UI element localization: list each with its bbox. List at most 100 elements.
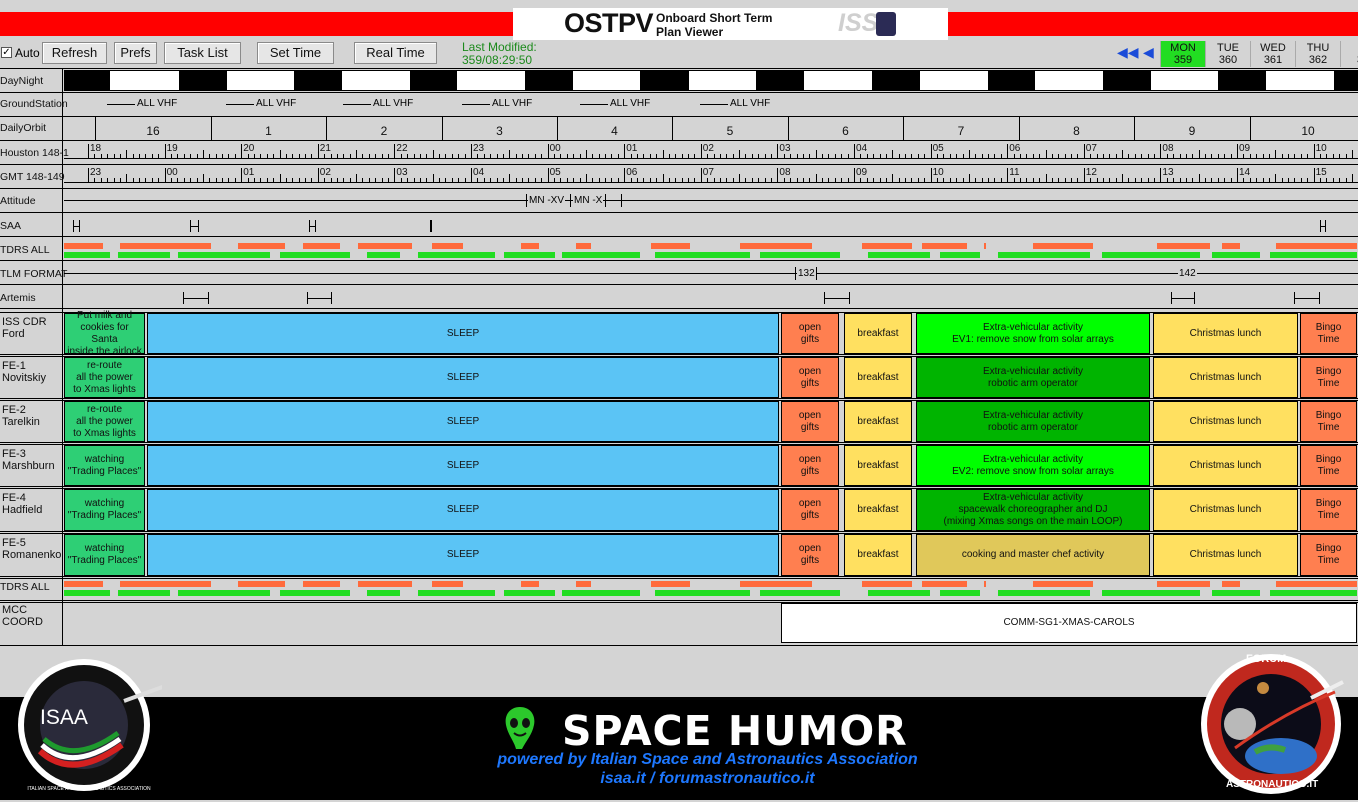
task-list-button[interactable]: Task List: [164, 42, 241, 64]
bingo-block[interactable]: Bingo Time: [1300, 534, 1357, 576]
open-gifts-block[interactable]: open gifts: [781, 489, 839, 531]
gmt-hour-tick: [471, 168, 472, 183]
row-separator: [0, 164, 1358, 165]
tdrs2-orange-segment: [64, 581, 103, 587]
tdrs-orange-segment: [862, 243, 912, 249]
breakfast-block[interactable]: breakfast: [844, 489, 912, 531]
day-tab-4[interactable]: F36: [1340, 41, 1358, 67]
sleep-block[interactable]: SLEEP: [147, 401, 779, 442]
breakfast-block[interactable]: breakfast: [844, 313, 912, 354]
houston-minor-tick: [1115, 154, 1117, 158]
eva-block[interactable]: cooking and master chef activity: [916, 534, 1150, 576]
gmt-minor-tick: [170, 178, 172, 182]
houston-minor-tick: [183, 154, 185, 158]
rewind-icon[interactable]: ◀◀: [1117, 44, 1139, 61]
christmas-lunch-block[interactable]: Christmas lunch: [1153, 313, 1298, 354]
open-gifts-block[interactable]: open gifts: [781, 357, 839, 398]
gmt-minor-tick: [905, 178, 907, 182]
open-gifts-block[interactable]: open gifts: [781, 445, 839, 486]
open-gifts-block[interactable]: open gifts: [781, 401, 839, 442]
houston-hour-tick: [1160, 144, 1162, 159]
bingo-block[interactable]: Bingo Time: [1300, 445, 1357, 486]
day-tab-2[interactable]: WED 361: [1250, 41, 1295, 67]
gmt-minor-tick: [981, 178, 983, 182]
open-gifts-block[interactable]: open gifts: [781, 313, 839, 354]
bingo-block[interactable]: Bingo Time: [1300, 313, 1357, 354]
tdrs-orange-segment: [576, 243, 591, 249]
gmt-minor-tick: [1198, 174, 1200, 182]
first-task[interactable]: watching "Trading Places": [64, 445, 145, 486]
isaa-ring-text: ITALIAN SPACE AND ASTRONAUTICS ASSOCIATI…: [27, 786, 151, 792]
orbit-label: 6: [842, 124, 849, 138]
houston-minor-tick: [1332, 154, 1334, 158]
day-tab-1[interactable]: TUE 360: [1205, 41, 1250, 67]
christmas-lunch-block[interactable]: Christmas lunch: [1153, 357, 1298, 398]
first-task[interactable]: Put milk and cookies for Santa inside the …: [64, 310, 145, 357]
sleep-block[interactable]: SLEEP: [147, 445, 779, 486]
attitude-marker: [570, 194, 571, 207]
bingo-block[interactable]: Bingo Time: [1300, 489, 1357, 531]
christmas-lunch-block[interactable]: Christmas lunch: [1153, 445, 1298, 486]
eva-block[interactable]: Extra-vehicular activity robotic arm oper…: [916, 357, 1150, 398]
sleep-block[interactable]: SLEEP: [147, 534, 779, 576]
gmt-minor-tick: [1307, 178, 1309, 182]
gmt-minor-tick: [1345, 178, 1347, 182]
breakfast-block[interactable]: breakfast: [844, 401, 912, 442]
gmt-minor-tick: [553, 178, 555, 182]
eva-block[interactable]: Extra-vehicular activity spacewalk choreo…: [916, 489, 1150, 531]
crew-role: FE-1: [2, 360, 26, 372]
gmt-hour-tick: [1083, 168, 1085, 183]
bingo-block[interactable]: Bingo Time: [1300, 357, 1357, 398]
first-task-text: re-route: [86, 403, 122, 415]
christmas-lunch-block[interactable]: Christmas lunch: [1153, 534, 1298, 576]
eva-block[interactable]: Extra-vehicular activity EV1: remove snow…: [916, 313, 1150, 354]
houston-hour-tick: [547, 144, 549, 159]
sleep-block[interactable]: SLEEP: [147, 313, 779, 354]
sleep-block[interactable]: SLEEP: [147, 489, 779, 531]
bingo-block-text: Time: [1317, 465, 1340, 477]
breakfast-block[interactable]: breakfast: [844, 534, 912, 576]
eva-block[interactable]: Extra-vehicular activity robotic arm oper…: [916, 401, 1150, 442]
first-task[interactable]: watching "Trading Places": [64, 489, 145, 531]
prefs-button[interactable]: Prefs: [114, 42, 157, 64]
daylight-segment: [457, 71, 525, 90]
eva-block-text: (mixing Xmas songs on the main LOOP): [943, 516, 1123, 527]
day-tab-3[interactable]: THU 362: [1295, 41, 1340, 67]
houston-minor-tick: [170, 154, 172, 158]
bingo-block[interactable]: Bingo Time: [1300, 401, 1357, 442]
gmt-minor-tick: [253, 178, 255, 182]
mcc-coord-block[interactable]: COMM-SG1-XMAS-CAROLS: [781, 603, 1357, 643]
gmt-minor-tick: [1326, 178, 1328, 182]
eva-block[interactable]: Extra-vehicular activity EV2: remove snow…: [916, 445, 1150, 486]
day-tab-number: 36: [1341, 54, 1358, 66]
first-task-text: "Trading Places": [67, 510, 142, 521]
refresh-button[interactable]: Refresh: [42, 42, 107, 64]
christmas-lunch-block[interactable]: Christmas lunch: [1153, 489, 1298, 531]
gmt-minor-tick: [1288, 178, 1290, 182]
breakfast-block[interactable]: breakfast: [844, 357, 912, 398]
houston-minor-tick: [1211, 154, 1213, 158]
breakfast-block[interactable]: breakfast: [844, 445, 912, 486]
auto-checkbox[interactable]: ✓: [1, 47, 12, 58]
gmt-minor-tick: [694, 178, 696, 182]
set-time-button[interactable]: Set Time: [257, 42, 334, 64]
gmt-minor-tick: [496, 178, 498, 182]
previous-day-icon[interactable]: ◀: [1143, 44, 1154, 61]
houston-hour-label: 20: [243, 143, 255, 154]
day-tab-0[interactable]: MON 359: [1160, 41, 1205, 67]
tdrs2-orange-segment: [651, 581, 690, 587]
first-task[interactable]: re-route all the power to Xmas lights: [64, 401, 145, 442]
houston-minor-tick: [566, 154, 568, 158]
first-task[interactable]: watching "Trading Places": [64, 534, 145, 576]
crew-label: ISS CDR Ford: [2, 316, 47, 340]
real-time-button[interactable]: Real Time: [354, 42, 437, 64]
christmas-lunch-block[interactable]: Christmas lunch: [1153, 401, 1298, 442]
sleep-block[interactable]: SLEEP: [147, 357, 779, 398]
gmt-minor-tick: [1230, 178, 1232, 182]
houston-minor-tick: [432, 150, 434, 158]
houston-minor-tick: [1256, 154, 1258, 158]
first-task[interactable]: re-route all the power to Xmas lights: [64, 357, 145, 398]
open-gifts-block[interactable]: open gifts: [781, 534, 839, 576]
banner-links: isaa.it / forumastronautico.it: [600, 770, 815, 787]
houston-minor-tick: [1243, 154, 1245, 158]
